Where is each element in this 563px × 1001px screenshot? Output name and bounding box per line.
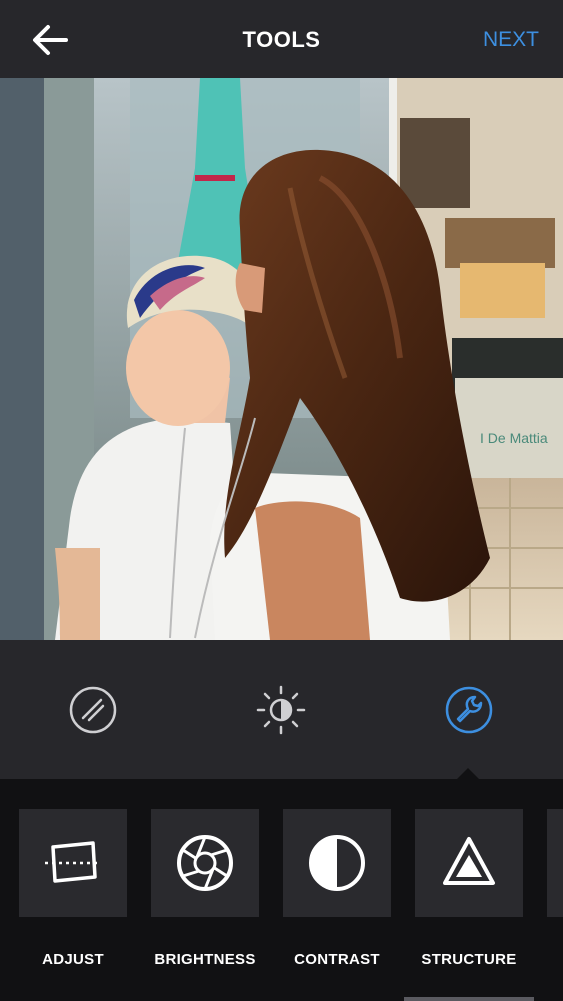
- tool-contrast[interactable]: CONTRAST: [283, 809, 391, 968]
- partial-tile[interactable]: [547, 809, 563, 917]
- wrench-icon[interactable]: [444, 685, 494, 735]
- photo-preview: I De Mattia: [0, 78, 563, 640]
- contrast-tile[interactable]: [283, 809, 391, 917]
- mode-bar: [0, 640, 563, 779]
- storefront-text: I De Mattia: [480, 430, 548, 446]
- tool-label: CONTRAST: [294, 951, 380, 968]
- adjust-tile[interactable]: [19, 809, 127, 917]
- page-title: TOOLS: [242, 27, 321, 52]
- tool-structure[interactable]: STRUCTURE: [415, 809, 523, 968]
- aperture-icon: [177, 835, 233, 891]
- contrast-icon: [309, 835, 365, 891]
- lux-wand-icon[interactable]: [68, 685, 118, 735]
- top-bar: TOOLS NEXT: [0, 0, 563, 78]
- adjust-rotate-icon: [45, 841, 101, 883]
- tool-brightness[interactable]: BRIGHTNESS: [151, 809, 259, 968]
- tools-strip[interactable]: ADJUST BRIGHTNESS CONTRAST STRUCTURE: [0, 779, 563, 1001]
- brightness-tile[interactable]: [151, 809, 259, 917]
- next-button[interactable]: NEXT: [483, 0, 539, 78]
- tool-adjust[interactable]: ADJUST: [19, 809, 127, 968]
- tool-label: ADJUST: [42, 951, 104, 968]
- tool-next-partial[interactable]: [547, 809, 563, 917]
- tool-label: STRUCTURE: [421, 951, 517, 968]
- scroll-indicator: [404, 997, 534, 1001]
- sun-half-icon[interactable]: [256, 685, 306, 735]
- structure-tile[interactable]: [415, 809, 523, 917]
- tool-label: BRIGHTNESS: [154, 951, 256, 968]
- triangle-icon: [443, 837, 495, 885]
- active-mode-pointer: [457, 768, 479, 779]
